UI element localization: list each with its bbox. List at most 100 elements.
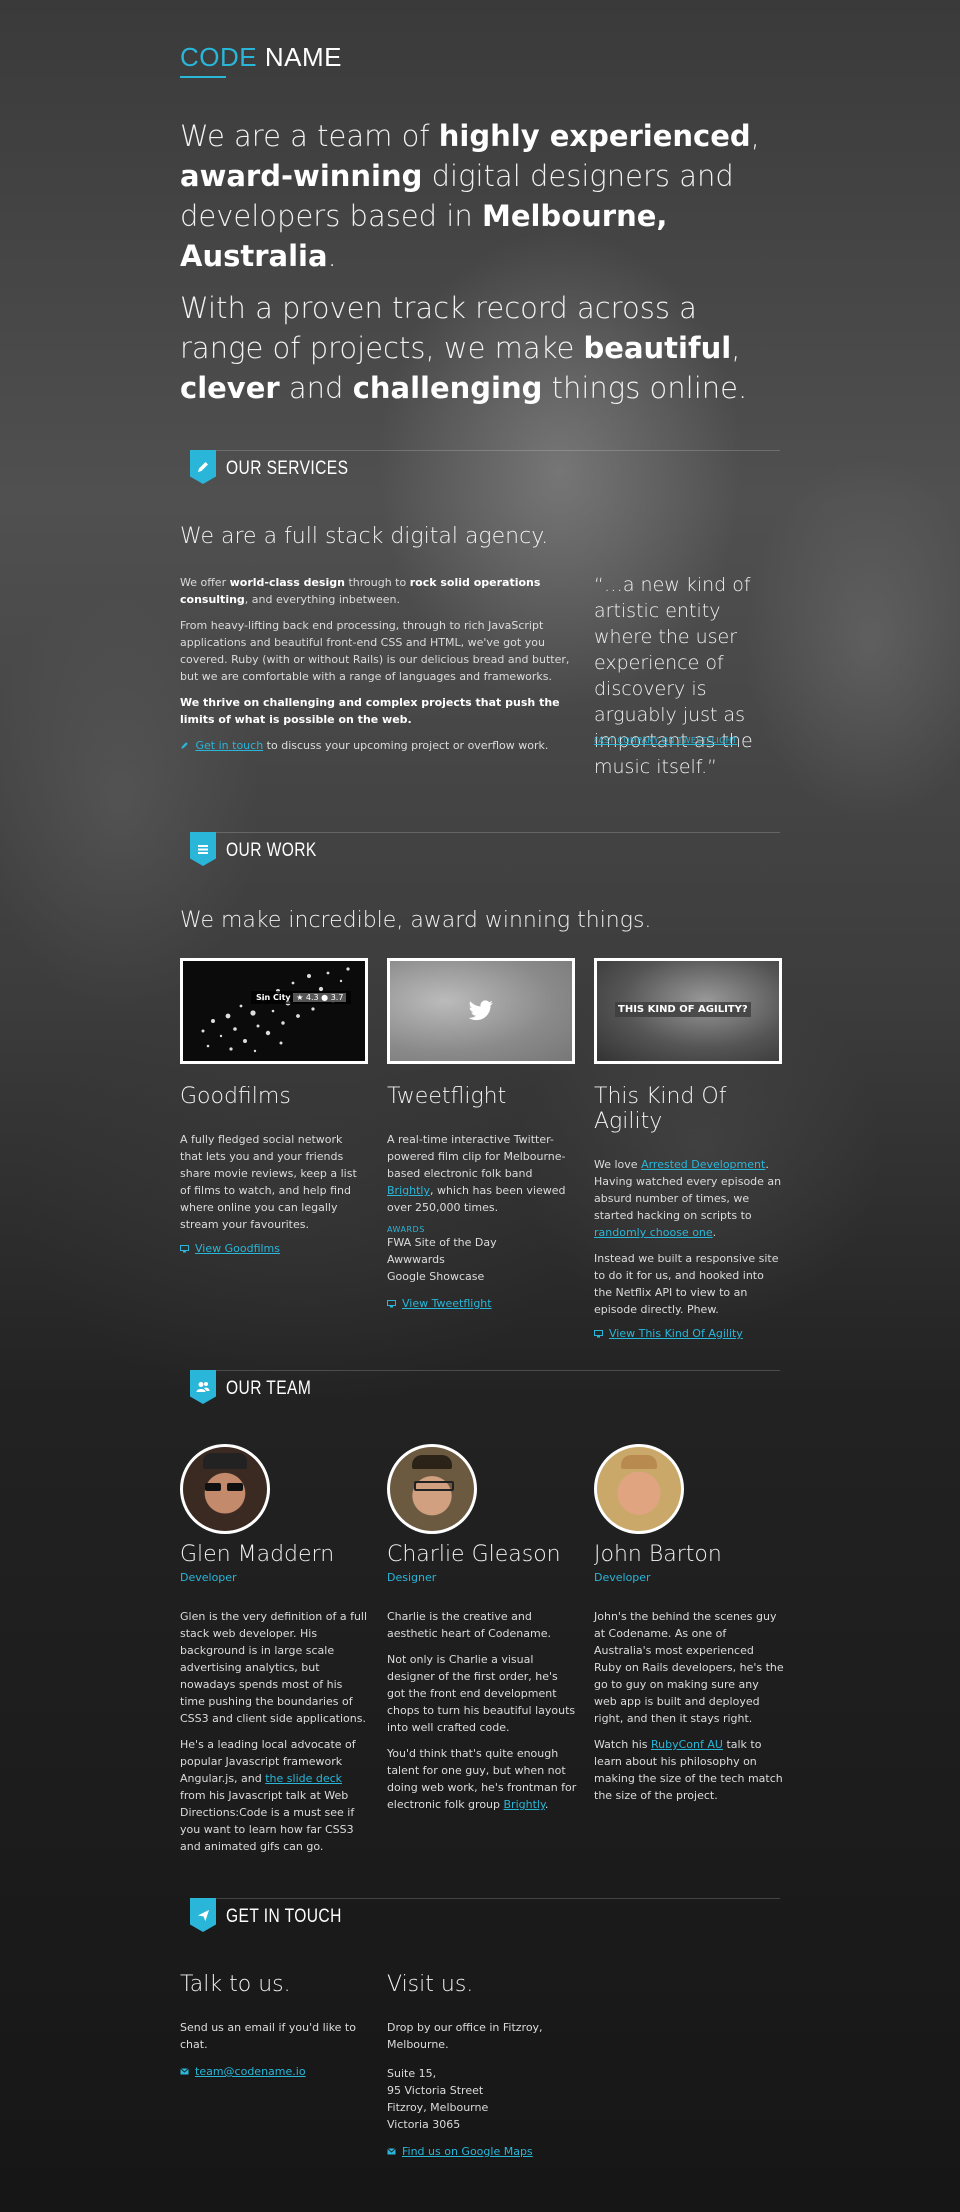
member-role: Designer — [387, 1571, 437, 1584]
services-paragraph-3: We thrive on challenging and complex pro… — [180, 696, 560, 726]
press-quote: “…a new kind of artistic entity where th… — [594, 574, 753, 778]
member-bio: John's the behind the scenes guy at Code… — [594, 1610, 784, 1802]
talk-text: Send us an email if you'd like to chat. — [180, 2021, 356, 2051]
logo[interactable]: CODE NAME — [180, 42, 342, 78]
list-icon — [190, 832, 216, 866]
logo-name: NAME — [264, 42, 342, 72]
rubyconf-link[interactable]: RubyConf AU — [651, 1738, 723, 1751]
award-item: FWA Site of the Day — [387, 1236, 497, 1249]
section-title-work: OUR WORK — [226, 840, 317, 861]
view-agility-link[interactable]: View This Kind Of Agility — [609, 1327, 743, 1340]
services-heading: We are a full stack digital agency. — [180, 524, 549, 549]
services-paragraph-1: We offer world-class design through to r… — [180, 576, 541, 606]
team-member-john: John Barton Developer John's the behind … — [594, 1444, 784, 1813]
get-in-touch-link[interactable]: Get in touch — [196, 739, 264, 752]
envelope-icon — [387, 2148, 396, 2155]
member-name: Charlie Gleason — [387, 1542, 561, 1567]
envelope-icon — [180, 2068, 189, 2075]
logo-underline — [180, 76, 226, 78]
team-member-glen: Glen Maddern Developer Glen is the very … — [180, 1444, 370, 1864]
view-tweetflight-row: View Tweetflight — [387, 1297, 575, 1310]
view-agility-row: View This Kind Of Agility — [594, 1327, 782, 1340]
twitter-bird-icon — [468, 1000, 494, 1021]
member-name: John Barton — [594, 1542, 722, 1567]
view-goodfilms-link[interactable]: View Goodfilms — [195, 1242, 280, 1255]
agility-thumb-title: THIS KIND OF AGILITY? — [615, 1002, 751, 1017]
member-bio: Glen is the very definition of a full st… — [180, 1610, 368, 1853]
hero-intro: We are a team of highly experienced, awa… — [180, 116, 780, 420]
avatar — [594, 1444, 684, 1534]
logo-code: CODE — [180, 42, 258, 72]
address: Suite 15, 95 Victoria Street Fitzroy, Me… — [387, 2065, 607, 2133]
section-header-work: OUR WORK — [180, 832, 780, 872]
section-header-team: OUR TEAM — [180, 1370, 780, 1410]
address-line: Fitzroy, Melbourne — [387, 2101, 489, 2114]
contact-visit: Visit us. Drop by our office in Fitzroy,… — [387, 1972, 607, 2158]
awards-label: AWARDS — [387, 1225, 425, 1234]
project-title: Tweetflight — [387, 1084, 507, 1109]
project-title: Goodfilms — [180, 1084, 291, 1109]
pencil-icon — [181, 742, 188, 749]
map-row: Find us on Google Maps — [387, 2145, 607, 2158]
section-divider — [190, 832, 780, 833]
view-goodfilms-row: View Goodfilms — [180, 1242, 368, 1255]
address-line: 95 Victoria Street — [387, 2084, 484, 2097]
tweetflight-thumbnail[interactable] — [387, 958, 575, 1064]
project-title: This Kind Of Agility — [594, 1084, 727, 1134]
monitor-icon — [180, 1244, 189, 1252]
agility-thumbnail[interactable]: THIS KIND OF AGILITY? — [594, 958, 782, 1064]
award-item: Awwwards — [387, 1253, 445, 1266]
randomly-choose-one-link[interactable]: randomly choose one — [594, 1226, 713, 1239]
email-link[interactable]: team@codename.io — [195, 2065, 306, 2078]
goodfilms-film-card: Sin City ★ 4.3 ● 3.7 — [251, 991, 352, 1004]
project-goodfilms: Sin City ★ 4.3 ● 3.7 Goodfilms A fully f… — [180, 958, 368, 1255]
team-icon — [190, 1370, 216, 1404]
services-paragraph-2: From heavy-lifting back end processing, … — [180, 619, 570, 683]
avatar — [180, 1444, 270, 1534]
talk-heading: Talk to us. — [180, 1972, 291, 1997]
project-tweetflight: Tweetflight A real-time interactive Twit… — [387, 958, 575, 1310]
section-divider — [190, 1898, 780, 1899]
work-heading: We make incredible, award winning things… — [180, 908, 652, 933]
project-this-kind-of-agility: THIS KIND OF AGILITY? This Kind Of Agili… — [594, 958, 782, 1340]
slide-deck-link[interactable]: the slide deck — [265, 1772, 342, 1785]
pencil-icon — [190, 450, 216, 484]
member-role: Developer — [594, 1571, 651, 1584]
member-name: Glen Maddern — [180, 1542, 335, 1567]
hero-paragraph-1: We are a team of highly experienced, awa… — [180, 119, 760, 273]
visit-heading: Visit us. — [387, 1972, 474, 1997]
quote-source-link[interactable]: FAST COMPANY ON TWEETFLIGHT — [594, 736, 737, 745]
award-item: Google Showcase — [387, 1270, 485, 1283]
section-title-services: OUR SERVICES — [226, 458, 349, 479]
section-title-contact: GET IN TOUCH — [226, 1906, 342, 1927]
member-role: Developer — [180, 1571, 237, 1584]
visit-text: Drop by our office in Fitzroy, Melbourne… — [387, 2021, 543, 2051]
google-maps-link[interactable]: Find us on Google Maps — [402, 2145, 533, 2158]
section-title-team: OUR TEAM — [226, 1378, 312, 1399]
services-cta: Get in touch to discuss your upcoming pr… — [180, 737, 580, 754]
arrested-development-link[interactable]: Arrested Development — [641, 1158, 765, 1171]
goodfilms-thumbnail[interactable]: Sin City ★ 4.3 ● 3.7 — [180, 958, 368, 1064]
view-tweetflight-link[interactable]: View Tweetflight — [402, 1297, 492, 1310]
section-header-services: OUR SERVICES — [180, 450, 780, 490]
email-row: team@codename.io — [180, 2065, 370, 2078]
project-description: A fully fledged social network that lets… — [180, 1133, 357, 1231]
address-line: Victoria 3065 — [387, 2118, 461, 2131]
particle-graphic — [201, 967, 350, 1053]
awards-list: FWA Site of the Day Awwwards Google Show… — [387, 1234, 575, 1285]
project-description: We love Arrested Development. Having wat… — [594, 1158, 782, 1316]
team-member-charlie: Charlie Gleason Designer Charlie is the … — [387, 1444, 577, 1822]
project-description: A real-time interactive Twitter-powered … — [387, 1133, 566, 1214]
address-line: Suite 15, — [387, 2067, 437, 2080]
services-text: We offer world-class design through to r… — [180, 574, 580, 763]
brightly-link[interactable]: Brightly — [387, 1184, 430, 1197]
avatar — [387, 1444, 477, 1534]
contact-talk: Talk to us. Send us an email if you'd li… — [180, 1972, 370, 2078]
paper-plane-icon — [190, 1898, 216, 1932]
section-divider — [190, 1370, 780, 1371]
brightly-link[interactable]: Brightly — [504, 1798, 545, 1811]
monitor-icon — [387, 1299, 396, 1307]
monitor-icon — [594, 1329, 603, 1337]
section-divider — [190, 450, 780, 451]
member-bio: Charlie is the creative and aesthetic he… — [387, 1610, 577, 1811]
